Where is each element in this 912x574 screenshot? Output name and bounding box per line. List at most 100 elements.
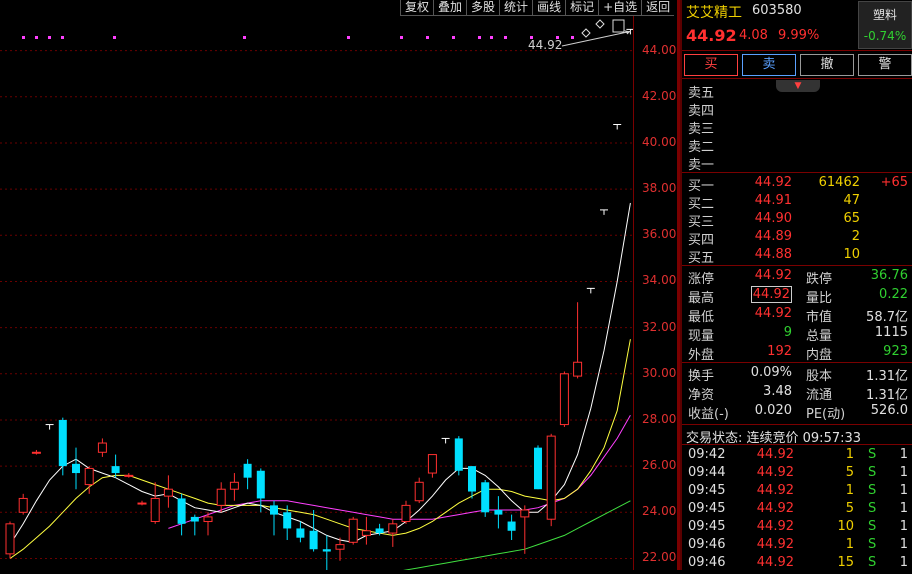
- level-volume: 2: [851, 229, 860, 244]
- toolbar-button[interactable]: 标记: [565, 0, 599, 16]
- stat-value: 0.22: [879, 287, 908, 302]
- y-tick-label: 32.00: [642, 319, 677, 334]
- stat-label: 换手: [688, 369, 715, 384]
- level-label: 卖一: [688, 158, 715, 173]
- candle-body-up: [5, 523, 15, 555]
- candle-body-down: [270, 505, 278, 515]
- price-change-pct: 9.99%: [778, 28, 820, 43]
- candle-body-down: [507, 521, 516, 531]
- separator: [682, 265, 912, 266]
- y-tick-label: 44.00: [642, 42, 677, 57]
- signal-dot: [571, 36, 574, 39]
- ma20-line: [168, 415, 631, 529]
- tick-count: 1: [899, 501, 908, 516]
- y-tick-label: 40.00: [642, 134, 677, 149]
- signal-dot: [35, 36, 38, 39]
- level-price: 44.89: [754, 229, 792, 244]
- tick-price: 44.92: [756, 447, 794, 462]
- kline-chart[interactable]: 44.92: [0, 0, 635, 574]
- toolbar-button[interactable]: 统计: [499, 0, 533, 16]
- candle-body-up: [546, 435, 556, 520]
- tick-side: S: [868, 447, 877, 462]
- candle-body-up: [97, 442, 107, 453]
- window-icon[interactable]: [612, 19, 625, 33]
- toolbar-button[interactable]: 多股: [466, 0, 500, 16]
- stat-row: 净资 3.48 流通 1.31亿: [682, 383, 912, 403]
- level-volume: 47: [843, 193, 860, 208]
- trade-tick-row: 09:45 44.92 10 S 1: [682, 518, 912, 536]
- candle-body-down: [309, 530, 318, 550]
- sector-badge[interactable]: 塑料 -0.74%: [858, 1, 912, 49]
- level-change: +65: [880, 175, 908, 190]
- level-volume: 65: [843, 211, 860, 226]
- toolbar-button[interactable]: 画线: [532, 0, 566, 16]
- tick-count: 1: [899, 555, 908, 570]
- stat-value: 44.92: [722, 286, 792, 303]
- candle-body-down: [468, 466, 476, 492]
- stat-value: 58.7亿: [866, 310, 908, 325]
- order-book-row: 卖二: [682, 135, 912, 155]
- tick-time: 09:46: [688, 537, 726, 552]
- level-price: 44.91: [754, 193, 792, 208]
- tick-volume: 15: [837, 555, 854, 570]
- diamond-icon: [581, 28, 591, 38]
- y-tick-label: 28.00: [642, 411, 677, 426]
- stat-label: 量比: [806, 291, 833, 306]
- stat-value-text: 44.92: [754, 268, 792, 283]
- level-volume: 10: [843, 247, 860, 262]
- alert-button[interactable]: 警: [858, 54, 912, 76]
- sector-name: 塑料: [872, 8, 897, 22]
- candle-body-down: [111, 466, 120, 474]
- tick-price: 44.92: [756, 537, 794, 552]
- stat-label: 现量: [688, 329, 715, 344]
- buy-button[interactable]: 买: [684, 54, 738, 76]
- stat-label: 最低: [688, 310, 715, 325]
- signal-dot: [61, 36, 64, 39]
- separator: [682, 78, 912, 79]
- stat-value: 9: [722, 325, 792, 340]
- tick-side: S: [868, 465, 877, 480]
- toolbar-button[interactable]: +自选: [598, 0, 642, 16]
- tick-side: S: [868, 519, 877, 534]
- tick-time: 09:42: [688, 447, 726, 462]
- separator: [682, 362, 912, 363]
- separator: [682, 444, 912, 445]
- candle-body-up: [150, 497, 160, 523]
- order-book-row: 买三 44.90 65: [682, 210, 912, 230]
- stat-value: 192: [722, 344, 792, 359]
- candle-body-down: [375, 528, 384, 534]
- candle-body-down: [454, 438, 463, 471]
- toolbar-button[interactable]: 返回: [641, 0, 675, 16]
- y-axis-line: [633, 16, 634, 570]
- tick-volume: 1: [845, 537, 854, 552]
- signal-dot: [243, 36, 246, 39]
- stock-name: 艾艾精工: [686, 5, 742, 21]
- cancel-order-button[interactable]: 撤: [800, 54, 854, 76]
- candle-body-up: [401, 504, 411, 523]
- trade-buttons: 买卖撤警: [684, 54, 912, 76]
- toolbar-button[interactable]: 叠加: [433, 0, 467, 16]
- tick-volume: 5: [845, 501, 854, 516]
- candle-body-up: [137, 502, 147, 505]
- signal-dot: [48, 36, 51, 39]
- chart-toolbar: 复权 叠加 多股 统计 画线 标记 +自选 返回: [400, 0, 680, 16]
- candle-body-down: [494, 509, 503, 515]
- level-volume: 61462: [818, 175, 860, 190]
- toolbar-button[interactable]: 复权: [400, 0, 434, 16]
- tick-volume: 5: [845, 465, 854, 480]
- stat-value: 1.31亿: [866, 388, 908, 403]
- stat-row: 换手 0.09% 股本 1.31亿: [682, 364, 912, 384]
- y-tick-label: 26.00: [642, 458, 677, 473]
- candle-body-up: [18, 497, 28, 513]
- tick-count: 1: [899, 483, 908, 498]
- tick-side: S: [868, 483, 877, 498]
- stat-label: 内盘: [806, 348, 833, 363]
- candle-body-up: [163, 488, 173, 497]
- signal-dot: [400, 36, 403, 39]
- sell-button[interactable]: 卖: [742, 54, 796, 76]
- tick-price: 44.92: [756, 555, 794, 570]
- level-price: 44.92: [754, 175, 792, 190]
- stat-label: 跌停: [806, 272, 833, 287]
- candle-body-down: [190, 516, 199, 522]
- level-label: 买五: [688, 251, 715, 266]
